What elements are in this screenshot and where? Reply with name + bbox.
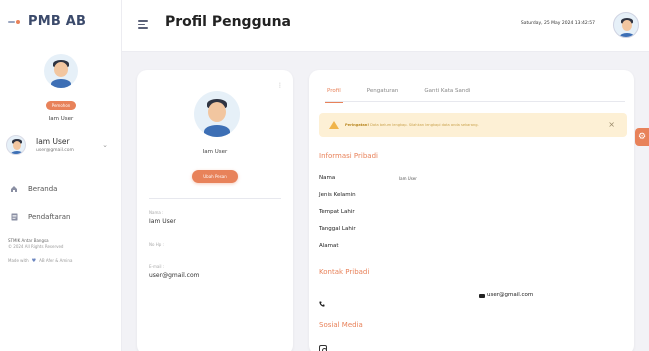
info-label-tempat-lahir: Tempat Lahir <box>319 209 355 215</box>
header-avatar[interactable] <box>613 12 639 38</box>
chevron-down-icon[interactable]: ⌄ <box>102 141 108 149</box>
info-label-tanggal-lahir: Tanggal Lahir <box>319 226 356 232</box>
phone-icon <box>319 292 325 307</box>
alert-message: Data belum lengkap. Silahkan lengkapi da… <box>370 123 479 127</box>
sidebar-item-label: Pendaftaran <box>28 213 71 221</box>
user-switcher[interactable]: Iam User user@gmail.com ⌄ <box>6 129 116 161</box>
profile-card: ⋮ Iam User Ubah Pesan Nama : Iam User No… <box>137 70 293 351</box>
profile-name: Iam User <box>202 149 228 155</box>
section-title-social: Sosial Media <box>319 321 363 329</box>
section-title-contact: Kontak Pribadi <box>319 268 370 276</box>
document-icon <box>10 213 18 221</box>
footer-made-with: Made with ♥ AB Afer & Amina <box>8 257 118 265</box>
top-header: Profil Pengguna Saturday, 25 May 2024 13… <box>122 0 649 52</box>
warning-alert: Peringatan! Data belum lengkap. Silahkan… <box>319 113 627 137</box>
menu-toggle-icon[interactable] <box>138 20 148 31</box>
info-value-nama: Iam User <box>399 176 417 181</box>
avatar <box>44 54 78 88</box>
made-with-text: Made with <box>8 257 29 263</box>
logo-icon <box>8 19 22 24</box>
divider <box>149 198 281 199</box>
contact-email: user@gmail.com <box>487 292 534 298</box>
sidebar-profile: Pemohon Iam User <box>0 54 122 122</box>
info-label-jenis-kelamin: Jenis Kelamin <box>319 192 356 198</box>
alert-strong: Peringatan! <box>345 123 369 127</box>
made-by-text: AB Afer & Amina <box>39 257 73 263</box>
section-title-personal: Informasi Pribadi <box>319 152 378 160</box>
tab-pengaturan[interactable]: Pengaturan <box>365 86 401 102</box>
edit-profile-button[interactable]: Ubah Pesan <box>192 170 238 183</box>
brand-name: PMB AB <box>28 14 87 29</box>
profile-tabs: Profil Pengaturan Ganti Kata Sandi <box>325 86 625 103</box>
sidebar-item-label: Beranda <box>28 185 58 193</box>
sidebar-profile-name: Iam User <box>48 116 74 122</box>
sidebar-nav: Beranda Pendaftaran <box>10 183 118 239</box>
page-title: Profil Pengguna <box>165 14 291 30</box>
field-label: E-mail : <box>149 264 165 269</box>
footer-copyright: © 2024 All Rights Reserved <box>8 244 64 250</box>
instagram-icon[interactable] <box>319 345 327 351</box>
info-label-nama: Nama <box>319 175 336 181</box>
field-no-hp: No Hp : <box>149 242 281 250</box>
home-icon <box>10 185 18 193</box>
close-icon[interactable]: × <box>608 120 615 129</box>
settings-gear-icon[interactable]: ⚙ <box>635 128 649 146</box>
sidebar-item-pendaftaran[interactable]: Pendaftaran <box>10 211 118 223</box>
datetime: Saturday, 25 May 2024 13:42:57 <box>520 21 595 26</box>
mail-icon <box>479 294 485 298</box>
profile-detail-card: Profil Pengaturan Ganti Kata Sandi Perin… <box>309 70 634 351</box>
tab-profil[interactable]: Profil <box>325 86 343 103</box>
sidebar: PMB AB Pemohon Iam User Iam User user@gm… <box>0 0 122 351</box>
alert-text: Peringatan! Data belum lengkap. Silahkan… <box>345 123 479 127</box>
field-value: Iam User <box>149 218 176 225</box>
field-email: E-mail : user@gmail.com <box>149 264 281 279</box>
sidebar-item-beranda[interactable]: Beranda <box>10 183 118 195</box>
brand[interactable]: PMB AB <box>8 14 86 29</box>
heart-icon: ♥ <box>31 257 37 264</box>
profile-avatar <box>194 91 240 137</box>
tab-ganti-kata-sandi[interactable]: Ganti Kata Sandi <box>422 86 472 102</box>
field-label: No Hp : <box>149 242 164 247</box>
sidebar-footer: STMIK Antar Bangsa © 2024 All Rights Res… <box>8 238 118 265</box>
info-label-alamat: Alamat <box>319 243 339 249</box>
more-options-icon[interactable]: ⋮ <box>277 82 283 89</box>
user-email: user@gmail.com <box>36 148 74 153</box>
field-nama: Nama : Iam User <box>149 210 281 225</box>
role-badge: Pemohon <box>45 101 77 110</box>
warning-icon <box>329 121 339 129</box>
field-value: user@gmail.com <box>149 272 200 279</box>
user-name: Iam User <box>36 137 70 146</box>
avatar <box>6 135 26 155</box>
field-label: Nama : <box>149 210 164 215</box>
